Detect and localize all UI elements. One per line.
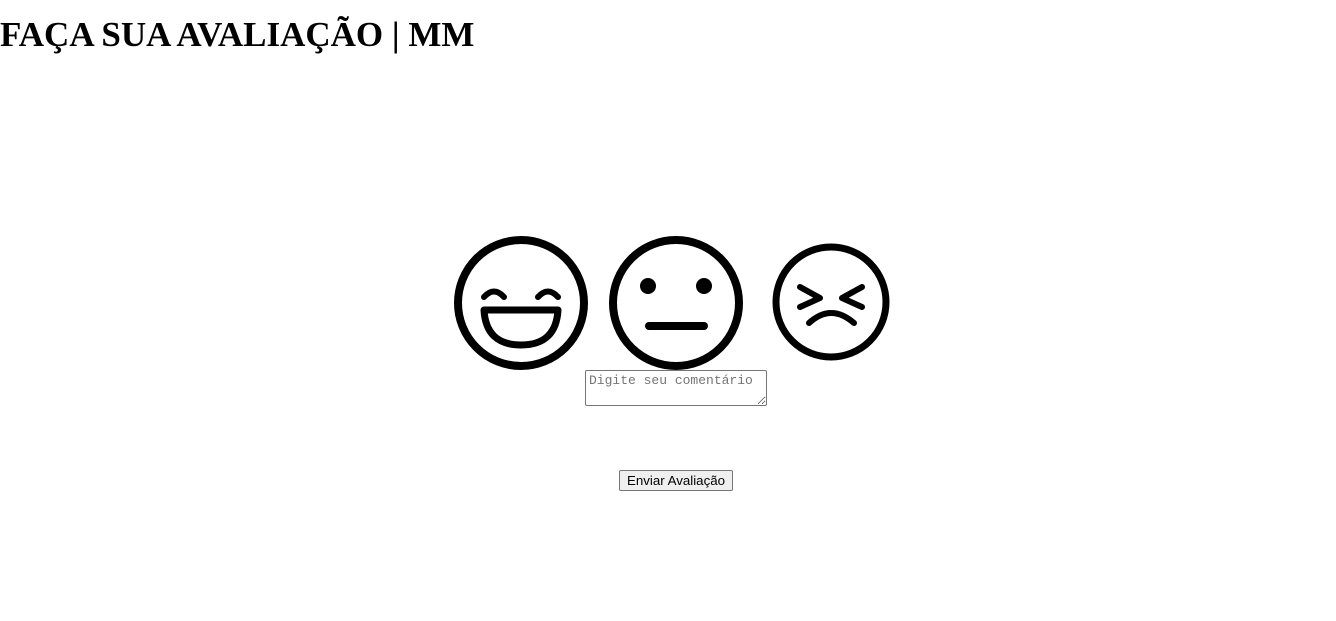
rating-neutral-button[interactable] xyxy=(608,235,744,371)
persevering-face-icon xyxy=(772,243,890,361)
grinning-face-icon xyxy=(454,236,588,370)
rating-angry-button[interactable] xyxy=(772,243,890,361)
rating-happy-button[interactable] xyxy=(453,235,589,371)
comment-textarea[interactable] xyxy=(585,370,767,406)
page-title: FAÇA SUA AVALIAÇÃO | MM xyxy=(0,15,475,54)
submit-rating-button[interactable]: Enviar Avaliação xyxy=(619,470,733,491)
neutral-face-icon xyxy=(609,236,743,370)
